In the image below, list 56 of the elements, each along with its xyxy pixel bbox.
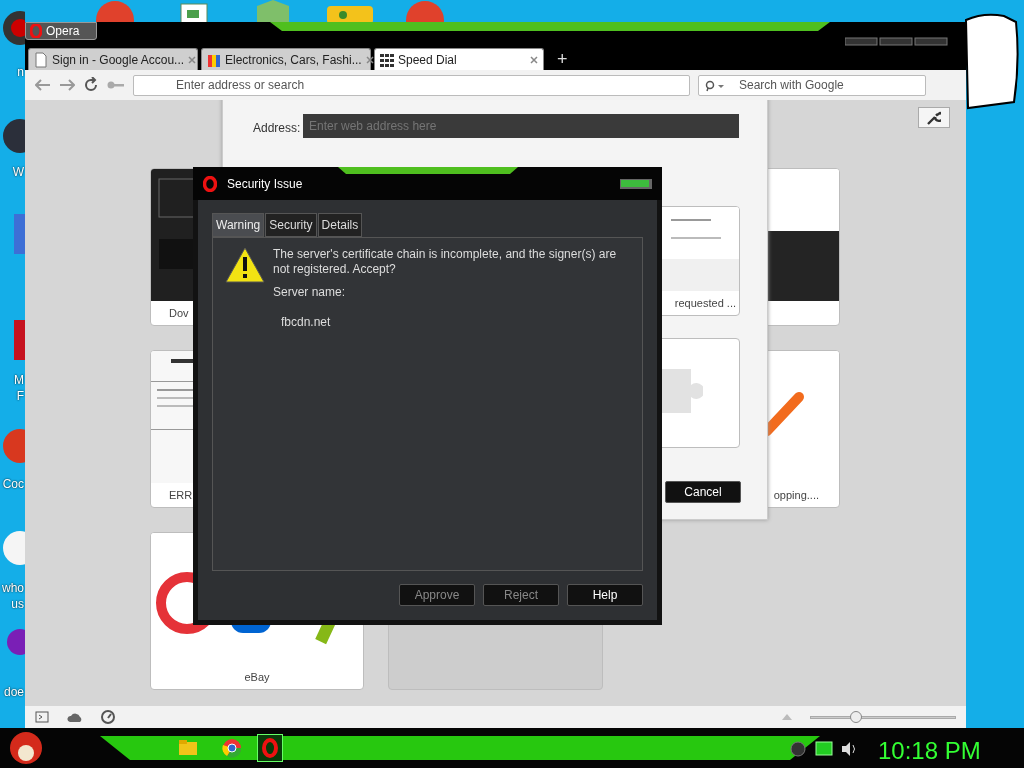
cancel-button[interactable]: Cancel bbox=[665, 481, 741, 503]
back-icon[interactable] bbox=[35, 79, 51, 91]
tab-title: Electronics, Cars, Fashi... bbox=[225, 51, 362, 69]
speedometer-icon[interactable] bbox=[101, 710, 115, 724]
tab-title: Sign in - Google Accou... bbox=[52, 51, 185, 69]
grid-icon bbox=[380, 51, 394, 68]
button-label: Opera bbox=[46, 23, 80, 40]
address-input[interactable]: Enter web address here bbox=[303, 114, 739, 138]
browser-tab[interactable]: Electronics, Cars, Fashi... bbox=[201, 48, 371, 70]
icon-label: Coc bbox=[2, 476, 24, 492]
dialog-tab[interactable]: Warning bbox=[212, 213, 265, 237]
tools-button[interactable] bbox=[918, 107, 950, 128]
zoom-slider[interactable] bbox=[810, 711, 956, 723]
caret-icon[interactable] bbox=[782, 714, 792, 720]
forward-icon[interactable] bbox=[59, 79, 75, 91]
server-name: fbcdn.net bbox=[281, 314, 332, 331]
key-icon[interactable] bbox=[107, 80, 125, 90]
address-field[interactable]: Enter address or search bbox=[133, 74, 690, 96]
page-icon bbox=[34, 51, 48, 68]
taskbar-app[interactable] bbox=[257, 734, 283, 762]
tab-title: Speed Dial bbox=[398, 51, 458, 69]
dialog-tab[interactable]: Details bbox=[317, 213, 363, 237]
field-label: Server name: bbox=[273, 284, 347, 301]
opera-icon bbox=[30, 24, 42, 38]
close-icon[interactable] bbox=[365, 55, 374, 64]
warning-icon bbox=[225, 247, 265, 283]
field-label: Address: bbox=[253, 120, 301, 137]
icon-label: W bbox=[12, 164, 24, 180]
icon-label: M F bbox=[14, 372, 24, 404]
browser-tab[interactable]: Sign in - Google Accou... bbox=[28, 48, 198, 70]
slider-thumb[interactable] bbox=[850, 711, 863, 723]
icon-label: who us bbox=[2, 580, 24, 612]
icon-label: n bbox=[17, 64, 24, 80]
opera-icon bbox=[203, 175, 217, 192]
warning-message: The server's certificate chain is incomplete, and the signer(s) are not registered. Accept? bbox=[273, 247, 618, 277]
panel-toggle-icon[interactable] bbox=[35, 711, 49, 723]
search-icon[interactable] bbox=[705, 79, 725, 92]
browser-icon bbox=[221, 737, 243, 759]
reload-icon[interactable] bbox=[83, 77, 99, 93]
dialog-button[interactable]: Help bbox=[567, 584, 643, 606]
tile-label: Dov bbox=[169, 307, 189, 319]
opera-icon bbox=[259, 737, 281, 759]
tile-label: opping.... bbox=[773, 489, 819, 501]
cloud-icon[interactable] bbox=[67, 712, 83, 722]
tile-label: eBay bbox=[244, 671, 270, 683]
icon-label: doe bbox=[3, 684, 24, 700]
dialog-title: Security Issue bbox=[227, 175, 304, 193]
window-controls-icon[interactable] bbox=[845, 36, 949, 46]
search-field[interactable]: Search with Google bbox=[698, 74, 926, 96]
clock: 10:18 PM bbox=[878, 736, 981, 766]
wrench-icon bbox=[927, 110, 941, 125]
tile-label: ERR bbox=[169, 489, 193, 501]
browser-tab[interactable]: Speed Dial bbox=[374, 48, 544, 70]
opera-button[interactable]: Opera bbox=[25, 22, 97, 40]
new-tab-button[interactable]: + bbox=[547, 48, 578, 70]
dialog-tab[interactable]: Security bbox=[265, 213, 317, 237]
